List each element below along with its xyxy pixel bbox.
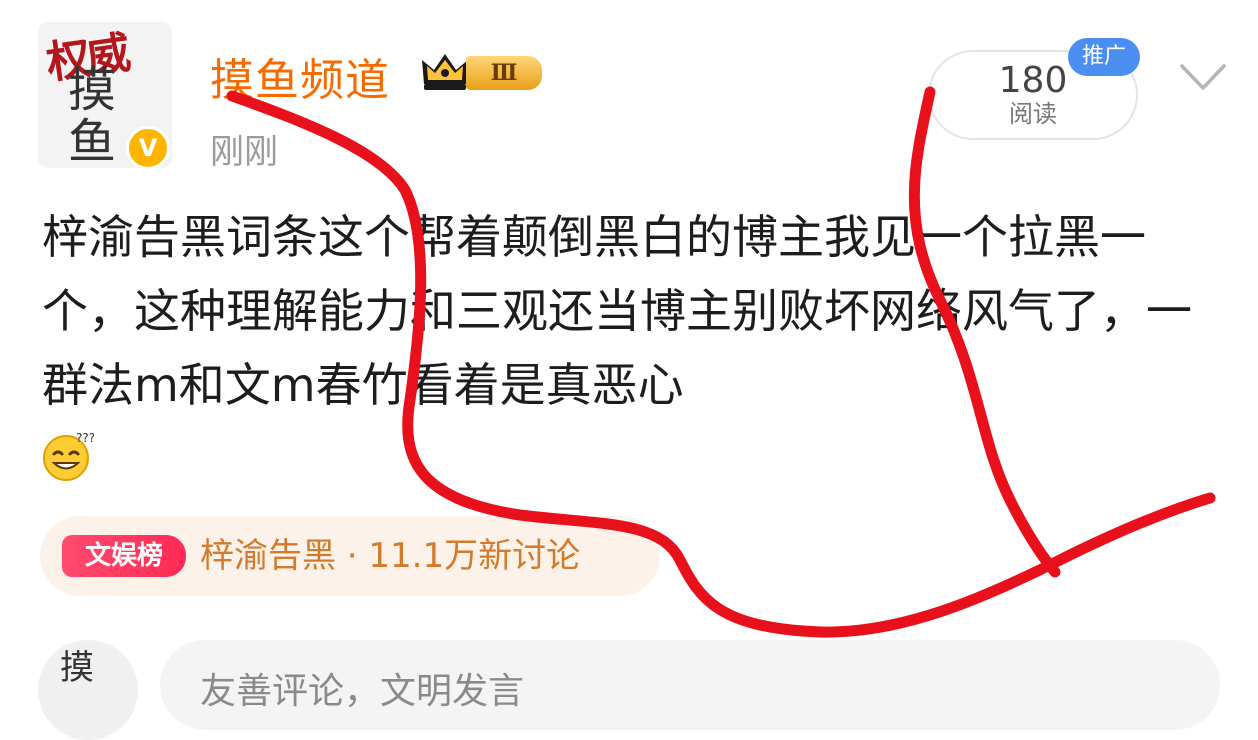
promoted-badge: 推广 — [1068, 38, 1140, 76]
read-label: 阅读 — [1009, 100, 1057, 128]
level-badge: Ⅲ — [466, 56, 542, 90]
svg-text:???: ??? — [76, 431, 94, 445]
commenter-avatar: 摸 — [38, 640, 138, 740]
commenter-avatar-text: 摸 — [60, 648, 94, 688]
emoji-icon: ??? — [43, 431, 94, 481]
comment-input[interactable]: 友善评论，文明发言 — [160, 640, 1220, 730]
topic-rank-tag: 文娱榜 — [62, 535, 186, 577]
crown-icon — [422, 54, 468, 90]
post-body-text: 梓渝告黑词条这个帮着颠倒黑白的博主我见一个拉黑一个，这种理解能力和三观还当博主别… — [42, 210, 1192, 412]
post-timestamp: 刚刚 — [210, 132, 278, 172]
author-name[interactable]: 摸鱼频道 — [210, 44, 390, 108]
chevron-down-icon[interactable] — [1178, 58, 1228, 98]
verified-icon: V — [126, 126, 170, 170]
comment-placeholder: 友善评论，文明发言 — [200, 671, 525, 712]
topic-text: 梓渝告黑 · 11.1万新讨论 — [200, 536, 581, 576]
topic-pill[interactable]: 文娱榜 梓渝告黑 · 11.1万新讨论 — [40, 516, 660, 596]
